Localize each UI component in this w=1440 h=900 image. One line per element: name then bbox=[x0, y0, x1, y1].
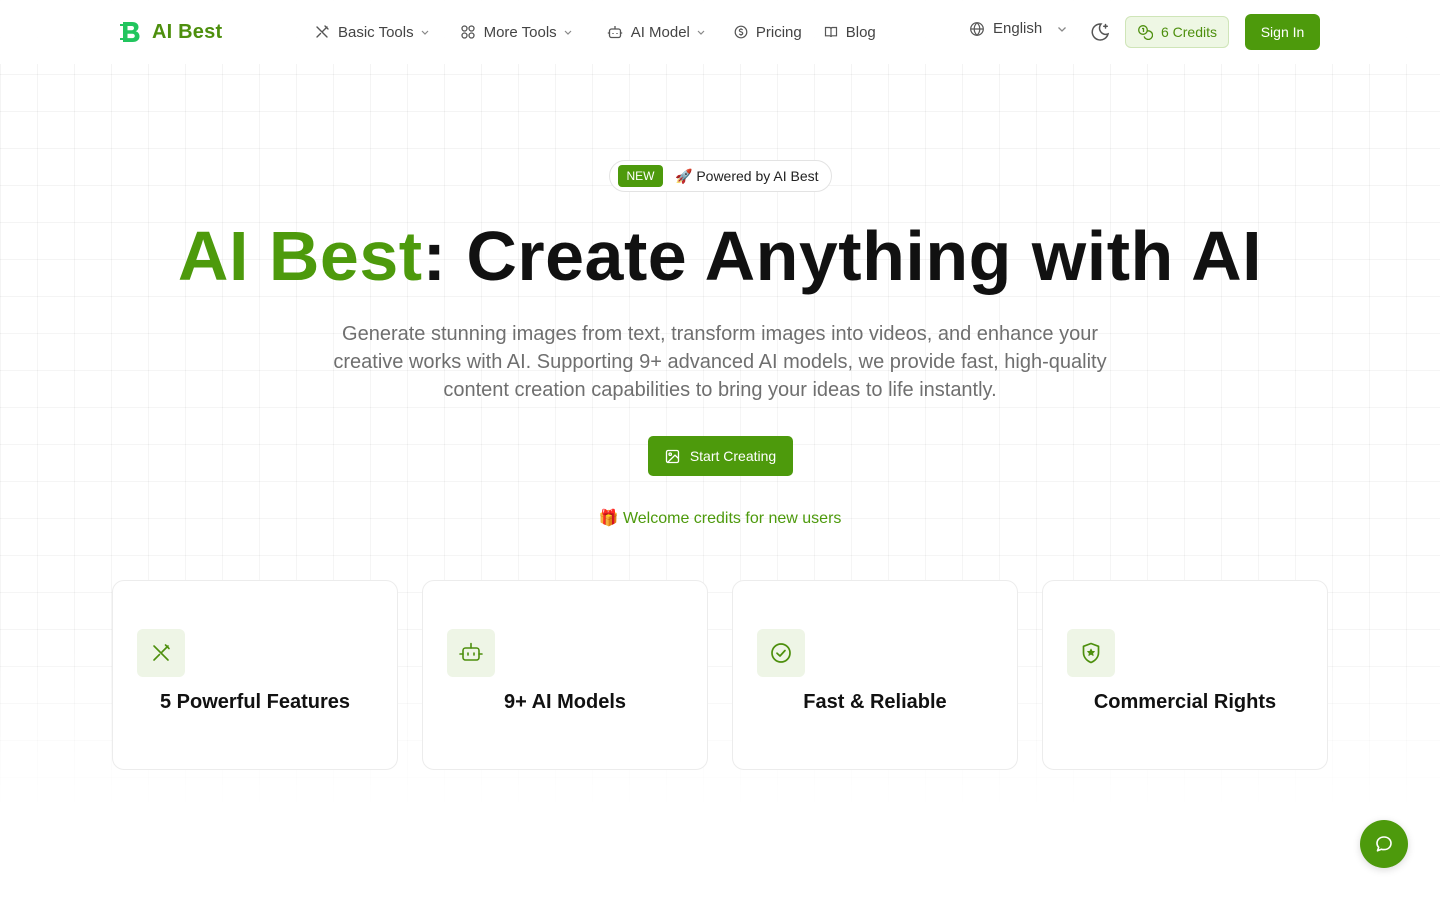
feature-title: 5 Powerful Features bbox=[159, 691, 351, 713]
chat-support-button[interactable] bbox=[1360, 820, 1408, 868]
globe-icon bbox=[970, 21, 984, 36]
chevron-down-icon bbox=[421, 30, 429, 35]
robot-icon bbox=[607, 26, 622, 39]
tools-icon bbox=[137, 629, 185, 677]
language-selector[interactable]: English bbox=[969, 20, 1068, 37]
tools-icon bbox=[316, 25, 329, 38]
hero-title: AI Best: Create Anything with AI bbox=[0, 214, 1440, 298]
feature-title: Fast & Reliable bbox=[803, 691, 947, 713]
coin-icon bbox=[734, 25, 748, 39]
check-circle-icon bbox=[757, 629, 805, 677]
hero-title-accent: AI Best bbox=[177, 217, 423, 295]
main-nav: Basic Tools More Tools AI Model Pricing … bbox=[314, 20, 876, 44]
feature-title: Commercial Rights bbox=[1093, 691, 1277, 713]
moon-icon bbox=[1091, 23, 1110, 41]
chevron-down-icon bbox=[697, 30, 705, 35]
feature-card: 5 Powerful Features bbox=[112, 580, 398, 770]
feature-title: 9+ AI Models bbox=[503, 691, 627, 713]
nav-more-tools[interactable]: More Tools bbox=[460, 24, 573, 41]
badge-text: 🚀 Powered by AI Best bbox=[675, 167, 819, 184]
nav-ai-model-label: AI Model bbox=[630, 23, 690, 41]
credits-label: 6 Credits bbox=[1160, 24, 1218, 40]
feature-card: Fast & Reliable bbox=[732, 580, 1018, 770]
chevron-down-icon bbox=[564, 30, 572, 35]
new-tag: NEW bbox=[618, 165, 663, 187]
nav-basic-tools[interactable]: Basic Tools bbox=[314, 24, 430, 41]
coins-icon bbox=[1138, 25, 1153, 40]
nav-ai-model[interactable]: AI Model bbox=[607, 24, 706, 41]
brand-logo[interactable]: AI Best bbox=[118, 18, 222, 46]
nav-basic-tools-label: Basic Tools bbox=[338, 23, 414, 41]
announcement-badge[interactable]: NEW 🚀 Powered by AI Best bbox=[609, 160, 832, 192]
top-navbar: AI Best Basic Tools More Tools AI Model … bbox=[0, 0, 1440, 64]
start-creating-button[interactable]: Start Creating bbox=[648, 436, 793, 476]
nav-blog[interactable]: Blog bbox=[824, 24, 876, 41]
brand-name: AI Best bbox=[152, 20, 223, 43]
book-icon bbox=[824, 26, 837, 38]
robot-icon bbox=[447, 629, 495, 677]
sign-in-button[interactable]: Sign In bbox=[1245, 14, 1320, 50]
feature-cards: 5 Powerful Features 9+ AI Models Fast & … bbox=[112, 580, 1328, 770]
credits-button[interactable]: 6 Credits bbox=[1125, 16, 1229, 48]
language-label: English bbox=[993, 20, 1043, 37]
welcome-credits-note: 🎁 Welcome credits for new users bbox=[598, 510, 842, 527]
hero-subtitle: Generate stunning images from text, tran… bbox=[333, 323, 1107, 401]
chevron-down-icon bbox=[1058, 26, 1067, 32]
logo-icon bbox=[120, 22, 140, 42]
nav-pricing-label: Pricing bbox=[755, 23, 802, 41]
feature-card: 9+ AI Models bbox=[422, 580, 708, 770]
feature-card: Commercial Rights bbox=[1042, 580, 1328, 770]
nav-blog-label: Blog bbox=[845, 23, 876, 41]
grid-icon bbox=[460, 25, 475, 39]
image-icon bbox=[665, 449, 679, 463]
theme-toggle-button[interactable] bbox=[1088, 20, 1112, 44]
nav-pricing[interactable]: Pricing bbox=[734, 24, 802, 41]
chat-bubble-icon bbox=[1376, 836, 1392, 852]
hero-title-rest: : Create Anything with AI bbox=[422, 217, 1263, 295]
start-creating-label: Start Creating bbox=[689, 448, 777, 464]
nav-more-tools-label: More Tools bbox=[483, 23, 557, 41]
shield-star-icon bbox=[1067, 629, 1115, 677]
